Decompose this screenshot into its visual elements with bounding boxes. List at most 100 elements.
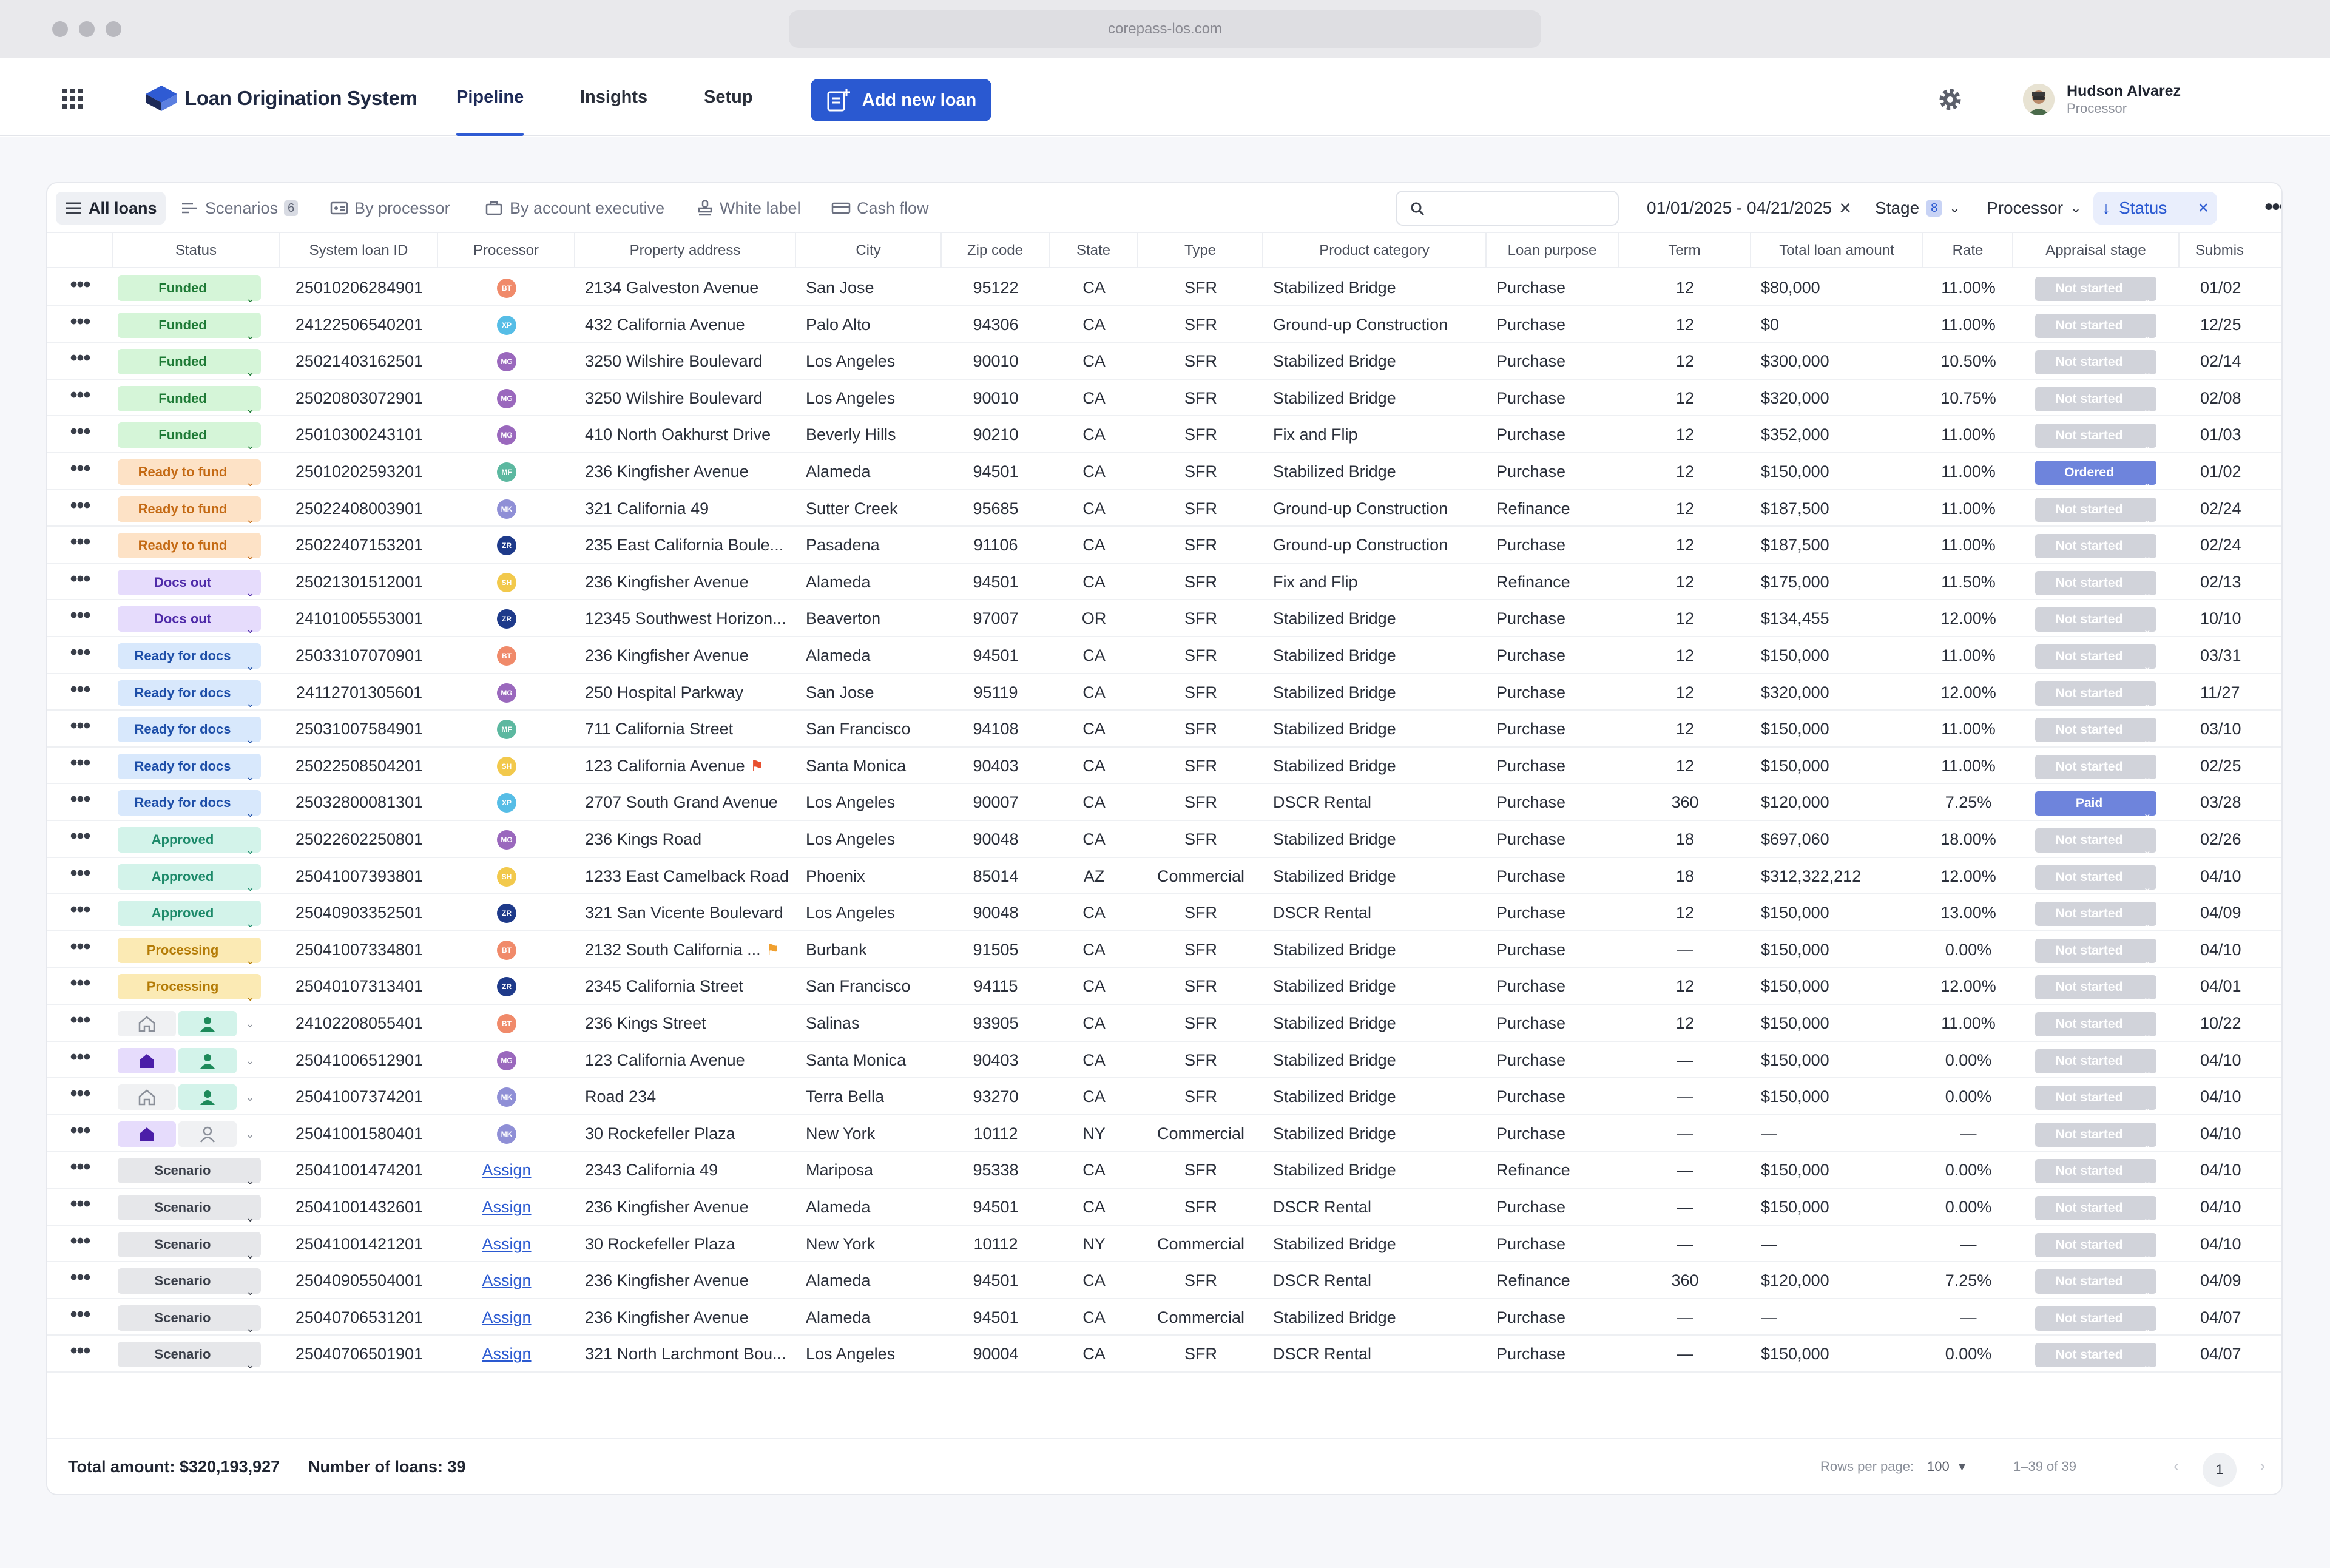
settings-gear-icon[interactable] [1937,86,1964,113]
row-actions-icon[interactable]: ••• [47,600,113,637]
tab-by-account-executive[interactable]: By account executive [477,192,673,225]
appraisal-stage-select[interactable]: Not started ⌄ [2035,681,2156,709]
rows-per-page-select[interactable]: 100 [1927,1459,1950,1475]
status-badge[interactable]: Scenario ⌄ [118,1342,261,1371]
processor-avatar[interactable]: MF [497,462,516,482]
chevron-down-icon[interactable]: ▾ [1959,1459,1965,1475]
house-filled-icon[interactable] [118,1047,176,1073]
url-bar[interactable]: corepass-los.com [789,10,1541,48]
status-badge[interactable]: Funded ⌄ [118,312,261,342]
appraisal-stage-select[interactable]: Not started ⌄ [2035,1122,2156,1151]
status-badge[interactable]: Funded ⌄ [118,422,261,451]
person-filled-icon[interactable] [178,1047,237,1073]
loan-id[interactable]: 25031007584901 [280,711,438,747]
processor-avatar[interactable]: XP [497,793,516,813]
loan-id[interactable]: 25040706531201 [280,1299,438,1336]
status-badge[interactable]: Ready to fund ⌄ [118,459,261,488]
row-actions-icon[interactable]: ••• [47,1262,113,1299]
processor-avatar[interactable]: MG [497,388,516,408]
row-actions-icon[interactable]: ••• [47,1078,113,1115]
row-actions-icon[interactable]: ••• [47,637,113,674]
appraisal-stage-select[interactable]: Not started ⌄ [2035,1159,2156,1187]
table-row[interactable]: ••• Ready to fund ⌄ 25022408003901 MK 321 Cal… [47,490,2281,527]
table-row[interactable]: ••• Funded ⌄ 25020803072901 MG 3250 Wilshire … [47,380,2281,417]
table-row[interactable]: ••• Scenario ⌄ 25040905504001 Assign 236 King… [47,1262,2281,1299]
loan-id[interactable]: 25041007374201 [280,1078,438,1115]
status-badge[interactable]: Scenario ⌄ [118,1158,261,1187]
processor-avatar[interactable]: SH [497,756,516,776]
loan-id[interactable]: 25040903352501 [280,894,438,931]
row-actions-icon[interactable]: ••• [47,527,113,563]
row-actions-icon[interactable]: ••• [47,343,113,379]
loan-id[interactable]: 25040706501901 [280,1336,438,1372]
table-row[interactable]: ••• Funded ⌄ 25010206284901 BT 2134 Galveston… [47,269,2281,306]
appraisal-stage-select[interactable]: Not started ⌄ [2035,754,2156,783]
loan-id[interactable]: 25020803072901 [280,380,438,416]
nav-tab-pipeline[interactable]: Pipeline [456,58,524,136]
column-header-appraisal[interactable]: Appraisal stage [2013,233,2180,268]
row-actions-icon[interactable]: ••• [47,858,113,894]
add-new-loan-button[interactable]: Add new loan [811,79,991,121]
status-badge[interactable]: Ready for docs ⌄ [118,643,261,672]
loan-id[interactable]: 25041007334801 [280,931,438,968]
window-maximize-dot[interactable] [106,21,121,37]
appraisal-stage-select[interactable]: Not started ⌄ [2035,313,2156,342]
table-row[interactable]: ••• Funded ⌄ 25021403162501 MG 3250 Wilshire … [47,343,2281,380]
app-logo[interactable]: Loan Origination System [143,83,417,114]
row-actions-icon[interactable]: ••• [47,674,113,711]
chevron-down-icon[interactable]: ⌄ [239,1048,261,1073]
table-row[interactable]: ••• ⌄ 24102208055401 BT 236 Kings Street Sali… [47,1005,2281,1042]
appraisal-stage-select[interactable]: Not started ⌄ [2035,1269,2156,1297]
loan-id[interactable]: 25032800081301 [280,784,438,820]
row-actions-icon[interactable]: ••• [47,416,113,453]
row-actions-icon[interactable]: ••• [47,968,113,1004]
row-actions-icon[interactable]: ••• [47,1373,113,1376]
loan-id[interactable]: 25010206284901 [280,269,438,306]
appraisal-stage-select[interactable]: Not started ⌄ [2035,1343,2156,1371]
table-row[interactable]: ••• Scenario ⌄ 25041001432601 Assign 236 King… [47,1189,2281,1226]
processor-avatar[interactable]: MG [497,352,516,372]
processor-avatar[interactable]: ZR [497,536,516,556]
status-badge[interactable]: Approved ⌄ [118,827,261,856]
column-header-amount[interactable]: Total loan amount [1751,233,1923,268]
assign-link[interactable]: Assign [438,1189,575,1225]
loan-id[interactable]: 24112701305601 [280,674,438,711]
appraisal-stage-select[interactable]: Not started ⌄ [2035,718,2156,746]
status-badge[interactable]: Scenario ⌄ [118,1195,261,1224]
column-header-rate[interactable]: Rate [1923,233,2013,268]
appraisal-stage-select[interactable]: Not started ⌄ [2035,277,2156,305]
status-split-selector[interactable]: ⌄ [118,1047,261,1073]
person-filled-icon[interactable] [178,1011,237,1036]
row-actions-icon[interactable]: ••• [47,821,113,857]
loan-id[interactable]: 24122506540201 [280,306,438,343]
clear-date-icon[interactable]: × [1839,192,1851,225]
processor-avatar[interactable]: MG [497,683,516,703]
row-actions-icon[interactable]: ••• [47,894,113,931]
status-badge[interactable]: Scenario ⌄ [118,1231,261,1261]
processor-avatar[interactable]: MG [497,425,516,445]
row-actions-icon[interactable]: ••• [47,490,113,527]
loan-id[interactable]: 25041001421201 [280,1226,438,1262]
table-row[interactable]: ••• Docs out ⌄ 24101005553001 ZR 12345 Southw… [47,600,2281,637]
house-outline-icon[interactable] [118,1011,176,1036]
status-badge[interactable]: Scenario ⌄ [118,1305,261,1334]
status-badge[interactable]: Funded ⌄ [118,349,261,378]
loan-id[interactable]: 25041001580401 [280,1115,438,1152]
table-row[interactable]: ••• Ready for docs ⌄ 25022508504201 SH 123 Ca… [47,748,2281,785]
row-actions-icon[interactable]: ••• [47,1042,113,1078]
table-row[interactable]: ••• Ready to fund ⌄ 25010202593201 MF 236 Kin… [47,453,2281,490]
chevron-down-icon[interactable]: ⌄ [239,1084,261,1110]
appraisal-stage-select[interactable]: Not started ⌄ [2035,1232,2156,1261]
column-header-type[interactable]: Type [1138,233,1263,268]
table-row[interactable]: ••• ⌄ 25041001580401 MK 30 Rockefeller Plaza… [47,1115,2281,1152]
loan-id[interactable]: 25041001474201 [280,1152,438,1188]
table-row[interactable]: ••• ⌄ 25041006512901 MG 123 California Avenu… [47,1042,2281,1079]
loan-id[interactable]: 24101005553001 [280,600,438,637]
user-avatar[interactable] [2023,84,2055,115]
house-outline-icon[interactable] [118,1084,176,1110]
table-row[interactable]: ••• Approved ⌄ 25041007393801 SH 1233 East Ca… [47,858,2281,895]
search-input[interactable] [1396,191,1619,226]
status-badge[interactable]: Ready to fund ⌄ [118,496,261,525]
status-split-selector[interactable]: ⌄ [118,1084,261,1110]
processor-avatar[interactable]: SH [497,572,516,592]
